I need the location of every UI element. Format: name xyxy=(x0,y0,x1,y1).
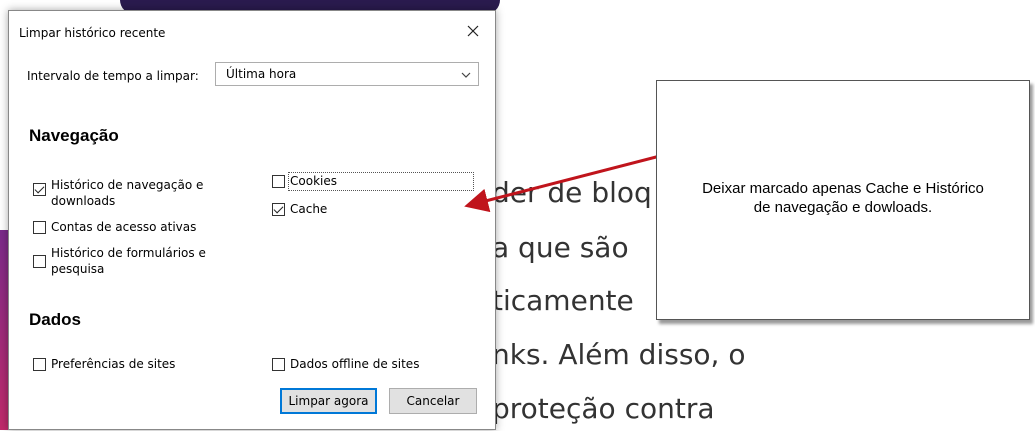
data-section-title: Dados xyxy=(29,310,81,329)
article-line: der de bloq xyxy=(492,176,652,209)
dialog-titlebar[interactable]: Limpar histórico recente xyxy=(9,11,495,55)
site-preferences-label[interactable]: Preferências de sites xyxy=(51,356,175,372)
article-line: ticamente xyxy=(492,284,634,317)
label-line: pesquisa xyxy=(51,262,105,276)
callout-line: Deixar marcado apenas Cache e Histórico xyxy=(702,180,984,197)
clear-now-button[interactable]: Limpar agora xyxy=(280,388,377,414)
active-logins-checkbox[interactable] xyxy=(33,221,46,234)
time-range-select[interactable]: Última hora xyxy=(215,62,479,86)
cookies-checkbox[interactable] xyxy=(272,175,285,188)
browsing-history-checkbox[interactable] xyxy=(33,183,46,196)
browsing-history-label[interactable]: Histórico de navegação e downloads xyxy=(51,177,203,209)
label-line: downloads xyxy=(51,194,116,208)
cache-label[interactable]: Cache xyxy=(290,201,327,217)
form-history-checkbox[interactable] xyxy=(33,255,46,268)
callout-line: de navegação e dowloads. xyxy=(753,199,933,216)
dialog-title: Limpar histórico recente xyxy=(19,26,166,40)
label-line: Histórico de navegação e xyxy=(51,178,204,192)
cache-checkbox[interactable] xyxy=(272,203,285,216)
cancel-button[interactable]: Cancelar xyxy=(389,388,477,414)
chevron-down-icon xyxy=(460,69,472,81)
offline-data-label[interactable]: Dados offline de sites xyxy=(290,356,419,372)
time-range-label: Intervalo de tempo a limpar: xyxy=(27,69,199,83)
site-preferences-checkbox[interactable] xyxy=(33,358,46,371)
form-history-label[interactable]: Histórico de formulários e pesquisa xyxy=(51,245,206,277)
instruction-callout: Deixar marcado apenas Cache e Histórico … xyxy=(656,80,1030,320)
cookies-label[interactable]: Cookies xyxy=(290,173,337,189)
close-icon[interactable] xyxy=(459,18,487,46)
callout-text: Deixar marcado apenas Cache e Histórico … xyxy=(657,179,1029,217)
article-line: nks. Além disso, o xyxy=(492,338,746,371)
navigation-section-title: Navegação xyxy=(29,126,119,145)
clear-history-dialog: Limpar histórico recente Intervalo de te… xyxy=(8,10,496,430)
offline-data-checkbox[interactable] xyxy=(272,358,285,371)
label-line: Histórico de formulários e xyxy=(51,246,206,260)
time-range-value: Última hora xyxy=(226,67,297,81)
active-logins-label[interactable]: Contas de acesso ativas xyxy=(51,219,196,235)
article-line: proteção contra xyxy=(492,392,715,425)
article-line: a que são xyxy=(492,231,629,264)
